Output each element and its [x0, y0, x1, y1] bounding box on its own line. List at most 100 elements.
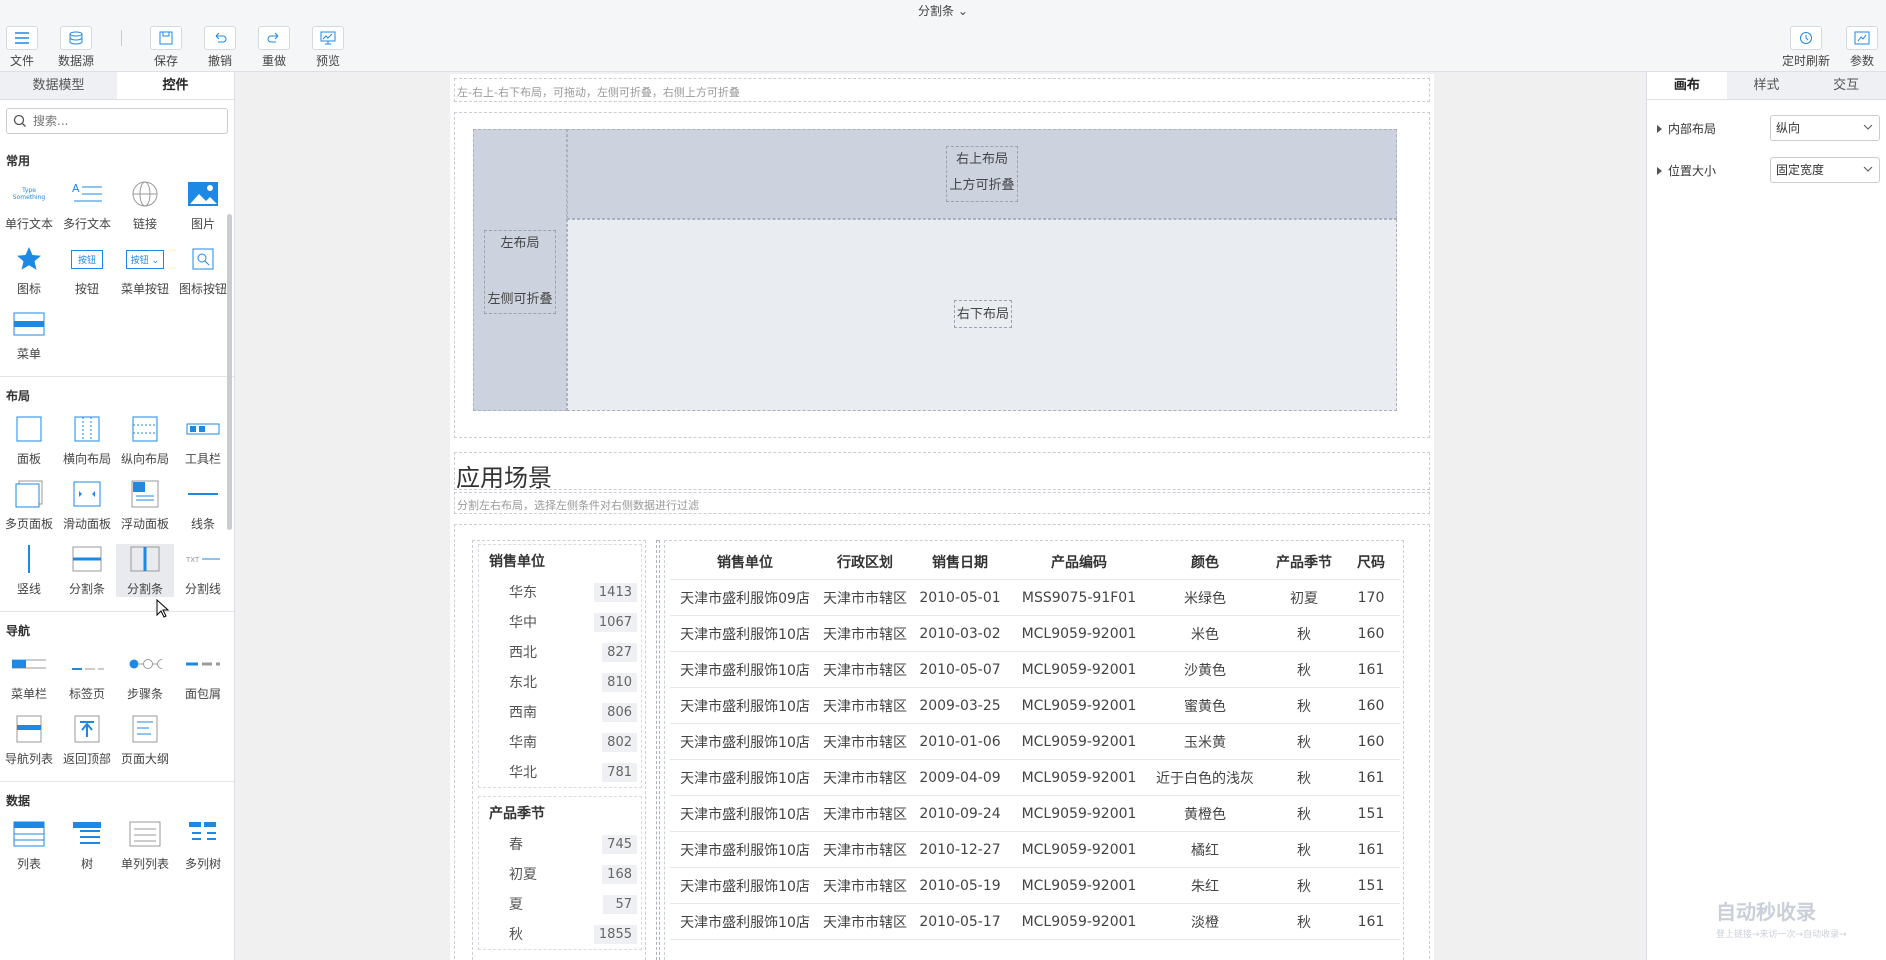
- widget-grid-common: Type Something 单行文本 A 多行文本 链接 图片 图标 按钮 按钮 按…: [0, 173, 234, 368]
- right-top-layout-pane[interactable]: 右上布局 上方可折叠: [567, 129, 1397, 219]
- widget-icon-button[interactable]: 图标按钮: [174, 244, 232, 297]
- datasource-button[interactable]: 数据源: [50, 26, 102, 69]
- widget-slide-panel[interactable]: 滑动面板: [58, 479, 116, 532]
- position-size-select[interactable]: 固定宽度: [1770, 157, 1880, 183]
- table-row[interactable]: 天津市盛利服饰10店 天津市市辖区 2010-09-24 MCL9059-92001 黄…: [670, 796, 1400, 832]
- widget-breadcrumb[interactable]: 面包屑: [174, 649, 232, 702]
- table-row[interactable]: 天津市盛利服饰10店 天津市市辖区 2010-01-06 MCL9059-92001 玉…: [670, 724, 1400, 760]
- file-button[interactable]: 文件: [0, 26, 48, 69]
- save-button[interactable]: 保存: [140, 26, 192, 69]
- chevron-down-icon: [1863, 166, 1873, 172]
- table-cell: 2010-03-02: [919, 625, 1001, 642]
- widget-menubar[interactable]: 菜单栏: [0, 649, 58, 702]
- back-to-top-icon: [70, 714, 104, 744]
- widget-multi-column-tree[interactable]: 多列树: [174, 819, 232, 872]
- widget-multi-page-panel[interactable]: 多页面板: [0, 479, 58, 532]
- filter-item[interactable]: 华中 1067: [479, 607, 641, 637]
- widget-line[interactable]: 线条: [174, 479, 232, 532]
- table-cell: 橘红: [1191, 842, 1219, 859]
- filter-group-season: 产品季节 春 745 初夏 168 夏 57 秋 1855: [478, 796, 642, 950]
- property-label[interactable]: 内部布局: [1657, 120, 1716, 137]
- widget-image[interactable]: 图片: [174, 179, 232, 232]
- widget-floating-panel[interactable]: 浮动面板: [116, 479, 174, 532]
- tab-widgets[interactable]: 控件: [117, 72, 234, 99]
- tab-interaction[interactable]: 交互: [1806, 72, 1886, 99]
- widget-multi-text[interactable]: A 多行文本: [58, 179, 116, 232]
- right-bottom-layout-pane[interactable]: 右下布局: [567, 219, 1397, 411]
- widget-single-text[interactable]: Type Something 单行文本: [0, 179, 58, 232]
- search-icon: [13, 114, 26, 127]
- widget-link[interactable]: 链接: [116, 179, 174, 232]
- widget-steps[interactable]: 步骤条: [116, 649, 174, 702]
- filter-item[interactable]: 秋 1855: [479, 919, 641, 949]
- table-row[interactable]: 天津市盛利服饰10店 天津市市辖区 2009-03-25 MCL9059-92001 蜜…: [670, 688, 1400, 724]
- filter-item[interactable]: 华东 1413: [479, 577, 641, 607]
- filter-item[interactable]: 西北 827: [479, 637, 641, 667]
- search-input[interactable]: [33, 110, 213, 132]
- widget-menu-button[interactable]: 按钮 ⌄ 菜单按钮: [116, 244, 174, 297]
- filter-item[interactable]: 华南 802: [479, 727, 641, 757]
- table-cell: 天津市盛利服饰10店: [680, 662, 810, 679]
- widget-vertical-layout[interactable]: 纵向布局: [116, 414, 174, 467]
- table-row[interactable]: 天津市盛利服饰10店 天津市市辖区 2010-05-07 MCL9059-92001 沙…: [670, 652, 1400, 688]
- parameter-button[interactable]: 参数: [1836, 26, 1886, 69]
- table-row[interactable]: 天津市盛利服饰10店 天津市市辖区 2010-05-19 MCL9059-92001 朱…: [670, 868, 1400, 904]
- table-row[interactable]: 天津市盛利服饰10店 天津市市辖区 2010-03-02 MCL9059-92001 米…: [670, 616, 1400, 652]
- widget-tree[interactable]: 树: [58, 819, 116, 872]
- filter-item[interactable]: 初夏 168: [479, 859, 641, 889]
- widget-list[interactable]: 列表: [0, 819, 58, 872]
- table-cell: 161: [1357, 913, 1385, 930]
- floating-panel-icon: [128, 479, 162, 509]
- widget-splitter-horizontal[interactable]: 分割条: [58, 544, 116, 597]
- widget-search[interactable]: [6, 108, 228, 134]
- widget-page-outline[interactable]: 页面大纲: [116, 714, 174, 767]
- widget-single-column-list[interactable]: 单列列表: [116, 819, 174, 872]
- filter-item[interactable]: 华北 781: [479, 757, 641, 787]
- table-cell: 2010-12-27: [919, 841, 1001, 858]
- filter-item[interactable]: 夏 57: [479, 889, 641, 919]
- table-cell: 秋: [1297, 914, 1311, 931]
- vertical-layout-icon: [128, 414, 162, 444]
- widget-tabs[interactable]: 标签页: [58, 649, 116, 702]
- widget-menu[interactable]: 菜单: [0, 309, 58, 362]
- count-badge: 781: [602, 762, 637, 782]
- property-label[interactable]: 位置大小: [1657, 162, 1716, 179]
- splitter-handle[interactable]: [656, 540, 660, 960]
- filter-item[interactable]: 东北 810: [479, 667, 641, 697]
- tab-canvas[interactable]: 画布: [1647, 72, 1727, 99]
- widget-button[interactable]: 按钮 按钮: [58, 244, 116, 297]
- widget-toolbar[interactable]: 工具栏: [174, 414, 232, 467]
- widget-horizontal-layout[interactable]: 横向布局: [58, 414, 116, 467]
- tab-style[interactable]: 样式: [1726, 72, 1807, 99]
- scheduled-refresh-button[interactable]: 定时刷新: [1780, 26, 1832, 69]
- inner-layout-select[interactable]: 纵向: [1770, 115, 1880, 141]
- redo-icon: [258, 26, 290, 50]
- table-cell: 天津市市辖区: [823, 698, 907, 715]
- widget-divider-line[interactable]: TXT 分割线: [174, 544, 232, 597]
- tab-data-model[interactable]: 数据模型: [0, 72, 117, 99]
- widget-nav-list[interactable]: 导航列表: [0, 714, 58, 767]
- widget-splitter-vertical[interactable]: 分割条: [116, 544, 174, 597]
- splitter-demo: 左布局 左侧可折叠 右上布局 上方可折叠 右下布局: [473, 129, 1397, 411]
- widget-panel: 数据模型 控件 常用 Type Something单行文本 A多行文本 链接 图…: [0, 72, 235, 960]
- table-cell: MCL9059-92001: [1021, 625, 1137, 642]
- table-cell: 初夏: [1290, 590, 1318, 607]
- redo-button[interactable]: 重做: [248, 26, 300, 69]
- widget-panel-item[interactable]: 面板: [0, 414, 58, 467]
- filter-item[interactable]: 西南 806: [479, 697, 641, 727]
- table-cell: MCL9059-92001: [1021, 841, 1137, 858]
- left-panel-scrollbar[interactable]: [227, 214, 232, 530]
- undo-button[interactable]: 撤销: [194, 26, 246, 69]
- table-row[interactable]: 天津市盛利服饰10店 天津市市辖区 2009-04-09 MCL9059-92001 近…: [670, 760, 1400, 796]
- preview-button[interactable]: 预览: [302, 26, 354, 69]
- widget-icon[interactable]: 图标: [0, 244, 58, 297]
- widget-vertical-line[interactable]: 竖线: [0, 544, 58, 597]
- left-layout-pane[interactable]: 左布局 左侧可折叠: [473, 129, 567, 411]
- icon-button-icon: [186, 244, 220, 274]
- table-row[interactable]: 天津市盛利服饰10店 天津市市辖区 2010-12-27 MCL9059-92001 橘…: [670, 832, 1400, 868]
- document-title[interactable]: 分割条 ⌄: [0, 2, 1886, 19]
- widget-back-to-top[interactable]: 返回顶部: [58, 714, 116, 767]
- filter-item[interactable]: 春 745: [479, 829, 641, 859]
- table-row[interactable]: 天津市盛利服饰10店 天津市市辖区 2010-05-17 MCL9059-92001 淡…: [670, 904, 1400, 940]
- table-row[interactable]: 天津市盛利服饰09店 天津市市辖区 2010-05-01 MSS9075-91F01 米…: [670, 580, 1400, 616]
